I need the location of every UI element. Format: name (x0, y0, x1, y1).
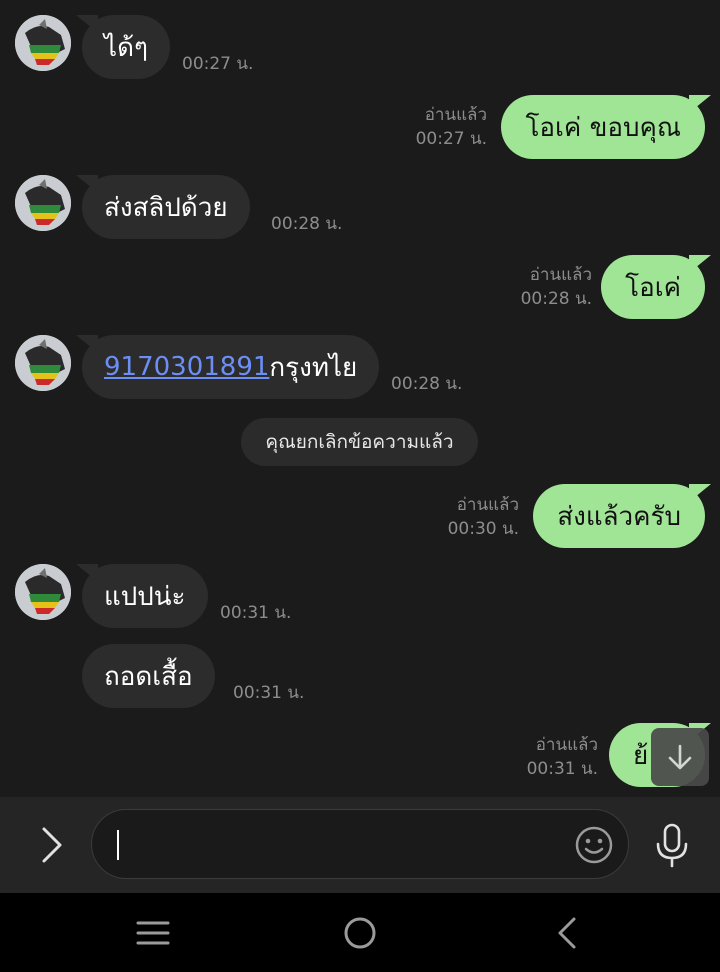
message-text: ได้ๆ (104, 32, 148, 63)
avatar-image (15, 564, 71, 620)
message-text: โอเค่ ขอบคุณ (525, 112, 681, 143)
read-receipt: อ่านแล้ว (456, 495, 519, 515)
text-caret (117, 830, 119, 860)
message-time: 00:28 น. (391, 374, 463, 394)
message-composer (0, 797, 720, 893)
message-text: แปปน่ะ (104, 581, 186, 612)
incoming-message-bubble[interactable]: 9170301891 กรุงทไย (82, 335, 380, 399)
outgoing-message-bubble[interactable]: ส่งแล้วครับ (533, 484, 705, 548)
system-navigation-bar (0, 893, 720, 972)
message-meta: อ่านแล้ว 00:30 น. (448, 493, 519, 541)
message-time: 00:31 น. (526, 759, 598, 779)
recent-apps-button[interactable] (133, 913, 173, 953)
message-text: ถอดเสื้อ (104, 661, 193, 692)
message-meta: อ่านแล้ว 00:27 น. (416, 103, 487, 151)
message-text: กรุงทไย (269, 352, 358, 383)
back-chevron-icon (558, 917, 576, 949)
contact-avatar[interactable] (15, 15, 71, 71)
emoji-button[interactable] (573, 824, 615, 866)
message-input-field[interactable] (91, 809, 629, 879)
menu-lines-icon (136, 921, 170, 945)
scroll-to-bottom-button[interactable] (651, 728, 709, 786)
incoming-message-bubble[interactable]: แปปน่ะ (82, 564, 208, 628)
incoming-message-bubble[interactable]: ได้ๆ (82, 15, 170, 79)
system-notice-text: คุณยกเลิกข้อความแล้ว (265, 431, 454, 453)
read-receipt: อ่านแล้ว (529, 265, 592, 285)
contact-avatar[interactable] (15, 175, 71, 231)
read-receipt: อ่านแล้ว (424, 105, 487, 125)
avatar-image (15, 15, 71, 71)
message-time: 00:30 น. (447, 519, 519, 539)
message-meta: อ่านแล้ว 00:31 น. (527, 733, 598, 781)
message-text: ย้ (633, 740, 649, 771)
incoming-message-bubble[interactable]: ถอดเสื้อ (82, 644, 215, 708)
message-meta: อ่านแล้ว 00:28 น. (521, 263, 592, 311)
message-time: 00:27 น. (415, 129, 487, 149)
chat-message-list[interactable]: ได้ๆ 00:27 น. อ่านแล้ว 00:27 น. โอเค่ ขอ… (0, 0, 720, 797)
back-button[interactable] (547, 913, 587, 953)
message-time: 00:27 น. (182, 54, 254, 74)
chevron-right-icon (42, 827, 62, 863)
smiley-icon (575, 826, 613, 864)
microphone-icon (656, 823, 688, 868)
message-time: 00:28 น. (520, 289, 592, 309)
home-button[interactable] (340, 913, 380, 953)
read-receipt: อ่านแล้ว (535, 735, 598, 755)
message-text: ส่งแล้วครับ (557, 501, 681, 532)
avatar-image (15, 175, 71, 231)
message-input[interactable] (122, 810, 562, 878)
expand-menu-button[interactable] (30, 823, 74, 867)
message-time: 00:28 น. (271, 214, 343, 234)
avatar-image (15, 335, 71, 391)
message-time: 00:31 น. (220, 603, 292, 623)
home-circle-icon (344, 917, 376, 949)
arrow-down-icon (668, 744, 692, 770)
contact-avatar[interactable] (15, 564, 71, 620)
contact-avatar[interactable] (15, 335, 71, 391)
outgoing-message-bubble[interactable]: โอเค่ ขอบคุณ (501, 95, 705, 159)
message-text: โอเค่ (625, 272, 681, 303)
voice-message-button[interactable] (648, 821, 696, 869)
incoming-message-bubble[interactable]: ส่งสลิปด้วย (82, 175, 250, 239)
phone-number-link[interactable]: 9170301891 (104, 352, 269, 382)
unsent-message-notice: คุณยกเลิกข้อความแล้ว (241, 418, 478, 466)
message-time: 00:31 น. (233, 683, 305, 703)
outgoing-message-bubble[interactable]: โอเค่ (601, 255, 705, 319)
message-text: ส่งสลิปด้วย (104, 192, 228, 223)
